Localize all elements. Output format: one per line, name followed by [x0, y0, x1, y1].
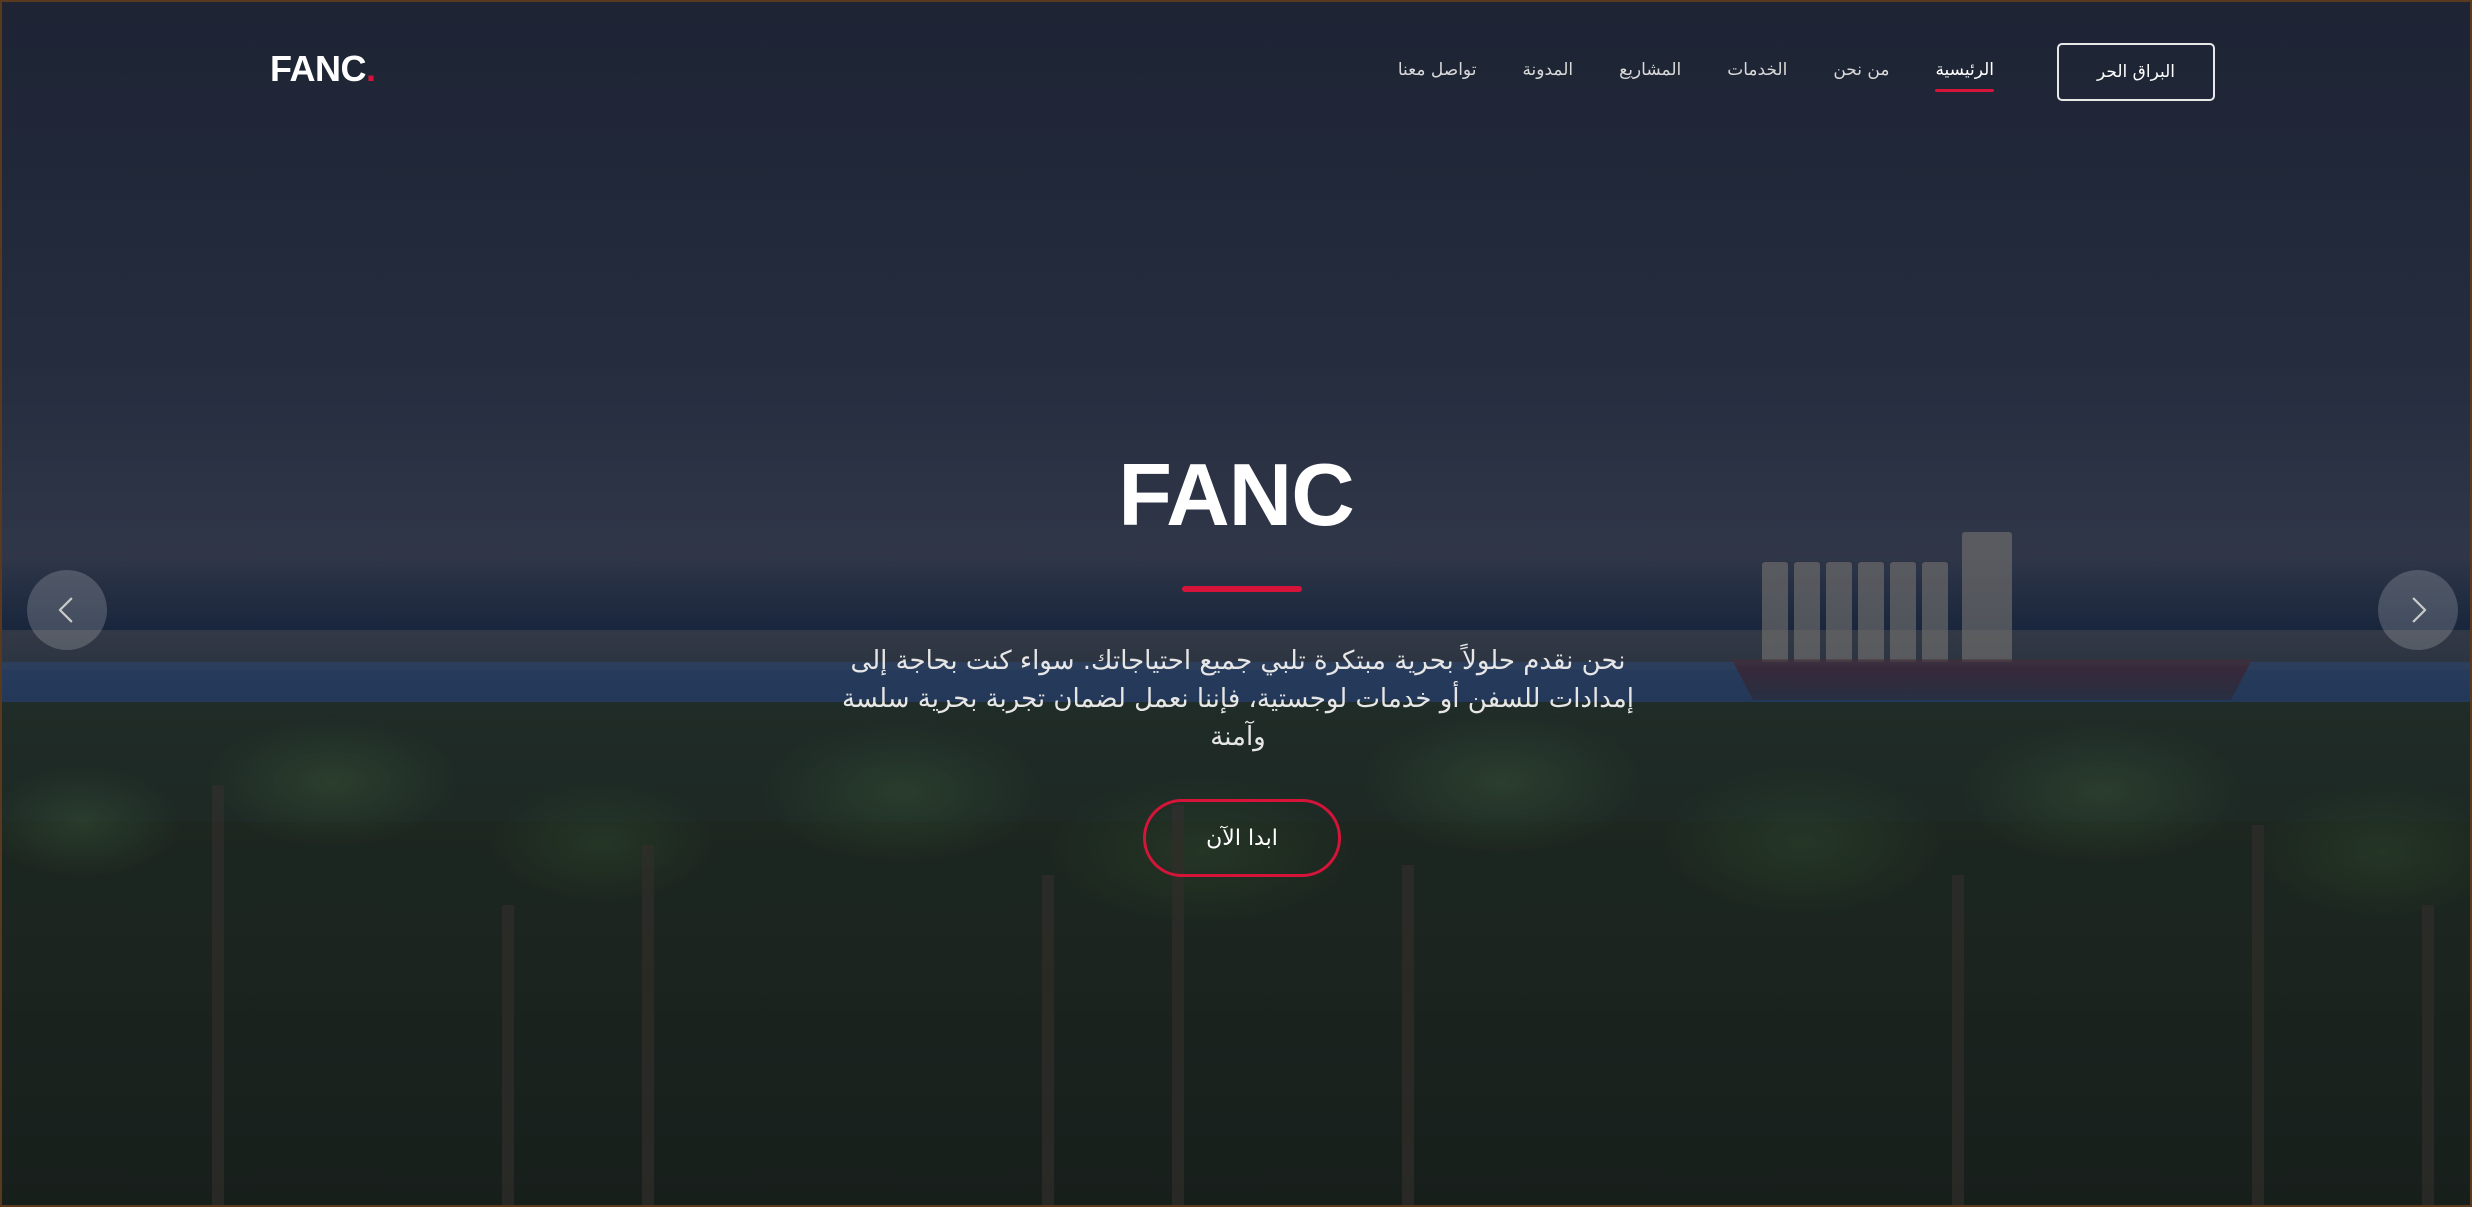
nav-item-blog[interactable]: المدونة: [1522, 60, 1573, 92]
site-logo[interactable]: FANC.: [270, 48, 376, 90]
nav-item-about[interactable]: من نحن: [1833, 60, 1889, 92]
title-underline: [1182, 586, 1302, 592]
nav-item-projects[interactable]: المشاريع: [1619, 60, 1681, 92]
hero-background-image: [2, 2, 2470, 1205]
carousel-next-button[interactable]: [2378, 570, 2458, 650]
nav-item-home[interactable]: الرئيسية: [1935, 60, 1994, 92]
nav-item-contact[interactable]: تواصل معنا: [1398, 60, 1477, 92]
logo-text: FANC: [270, 48, 367, 89]
hero-section: FANC. الرئيسية من نحن الخدمات المشاريع ا…: [0, 0, 2472, 1207]
logo-dot: .: [366, 48, 376, 89]
start-now-button[interactable]: ابدا الآن: [1143, 799, 1341, 877]
chevron-right-icon: [2412, 597, 2427, 623]
hero-description: نحن نقدم حلولاً بحرية مبتكرة تلبي جميع ا…: [841, 646, 1635, 752]
header-cta-button[interactable]: البراق الحر: [2057, 43, 2215, 101]
carousel-prev-button[interactable]: [27, 570, 107, 650]
chevron-left-icon: [58, 597, 73, 623]
hero-title: FANC: [1118, 445, 1355, 544]
main-nav: الرئيسية من نحن الخدمات المشاريع المدونة…: [1398, 60, 1994, 92]
nav-item-services[interactable]: الخدمات: [1727, 60, 1787, 92]
site-header: FANC. الرئيسية من نحن الخدمات المشاريع ا…: [2, 2, 2470, 142]
